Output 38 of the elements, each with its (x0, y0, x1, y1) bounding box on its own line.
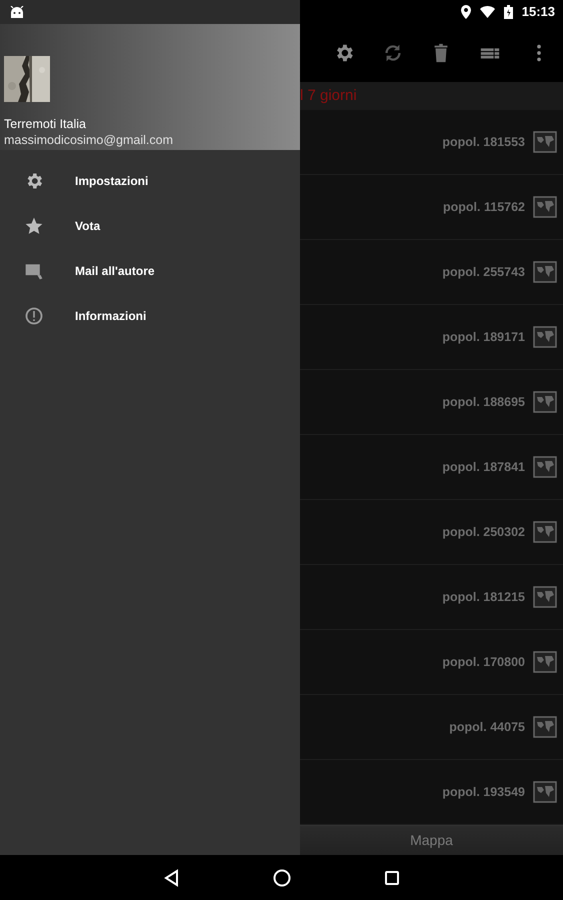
map-icon[interactable] (533, 781, 557, 803)
population-label: popol. 115762 (443, 198, 525, 216)
info-icon (24, 306, 44, 326)
map-icon[interactable] (533, 196, 557, 218)
map-icon[interactable] (533, 651, 557, 673)
email-address: massimodicosimo@gmail.com (4, 132, 174, 148)
population-label: popol. 188695 (442, 394, 525, 411)
map-icon[interactable] (533, 261, 557, 283)
battery-icon (504, 5, 513, 19)
map-icon[interactable] (533, 326, 557, 348)
android-icon (10, 6, 24, 18)
population-label: popol. 181553 (442, 134, 525, 151)
menu-item[interactable]: Informazioni (0, 293, 300, 338)
population-label: popol. 255743 (442, 264, 525, 281)
population-label: popol. 193549 (442, 784, 525, 801)
map-button[interactable]: Mappa (300, 825, 563, 855)
map-icon[interactable] (533, 456, 557, 478)
clock: 15:13 (522, 3, 555, 22)
menu-item[interactable]: Vota (0, 203, 300, 248)
map-icon[interactable] (533, 586, 557, 608)
population-label: popol. 189171 (442, 328, 525, 346)
map-icon[interactable] (533, 716, 557, 738)
wifi-icon (480, 6, 495, 18)
map-icon[interactable] (533, 521, 557, 543)
population-label: popol. 44075 (449, 718, 525, 736)
map-icon[interactable] (533, 131, 557, 153)
population-label: popol. 250302 (442, 524, 525, 541)
app-title: Terremoti Italia (4, 116, 87, 132)
population-label: popol. 187841 (442, 458, 525, 476)
population-label: popol. 170800 (442, 654, 525, 671)
home-icon[interactable] (272, 868, 292, 888)
menu-item[interactable]: Mail all'autore (0, 248, 300, 293)
subtitle: l 7 giorni (300, 87, 357, 104)
location-icon (460, 5, 471, 19)
menu-item[interactable]: Impostazioni (0, 158, 300, 203)
population-label: popol. 181215 (442, 588, 525, 606)
map-icon[interactable] (533, 391, 557, 413)
star-icon (24, 216, 44, 236)
